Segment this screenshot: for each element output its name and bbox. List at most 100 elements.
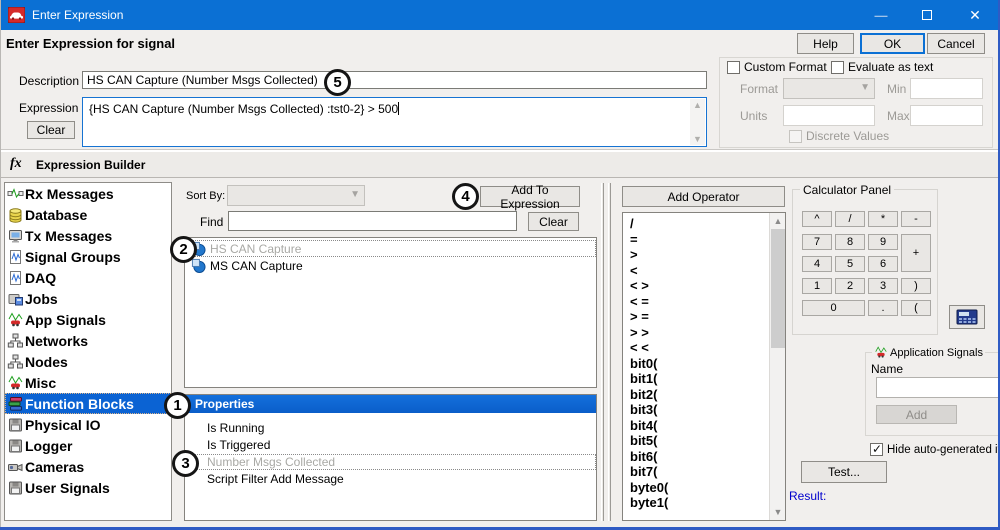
calc-key-1[interactable]: 1	[802, 278, 832, 294]
operator-item[interactable]: > >	[623, 325, 768, 341]
operator-item[interactable]: < >	[623, 278, 768, 294]
sidebar-item-jobs[interactable]: Jobs	[5, 288, 171, 309]
scroll-down-icon[interactable]: ▼	[770, 504, 786, 520]
find-label: Find	[200, 215, 223, 229]
titlebar: Enter Expression — ✕	[0, 0, 1000, 30]
sidebar-item-app-signals[interactable]: App Signals	[5, 309, 171, 330]
max-input[interactable]	[910, 105, 983, 126]
operator-item[interactable]: >	[623, 247, 768, 263]
test-button[interactable]: Test...	[801, 461, 887, 483]
find-input[interactable]	[228, 211, 517, 231]
units-label: Units	[740, 109, 767, 123]
sidebar-item-rx-messages[interactable]: Rx Messages	[5, 183, 171, 204]
discrete-values-checkbox[interactable]	[789, 130, 802, 143]
calc-key-open-paren[interactable]: (	[901, 300, 931, 316]
sidebar-item-user-signals[interactable]: User Signals	[5, 477, 171, 498]
calc-key-caret[interactable]: ^	[802, 211, 832, 227]
operator-item[interactable]: byte0(	[623, 480, 768, 496]
calc-key-0[interactable]: 0	[802, 300, 865, 316]
calc-key-4[interactable]: 4	[802, 256, 832, 272]
splitter[interactable]	[608, 183, 611, 521]
add-to-expression-button[interactable]: Add To Expression	[480, 186, 580, 207]
operator-item[interactable]: =	[623, 232, 768, 248]
units-input[interactable]	[783, 105, 875, 126]
chevron-down-icon: ▼	[860, 82, 870, 93]
format-dropdown[interactable]: ▼	[783, 78, 875, 99]
calc-key-5[interactable]: 5	[835, 256, 865, 272]
operator-item[interactable]: bit6(	[623, 449, 768, 465]
clear-expression-button[interactable]: Clear	[27, 121, 75, 139]
daq-icon	[7, 270, 24, 286]
calc-key-3[interactable]: 3	[868, 278, 898, 294]
custom-format-checkbox[interactable]	[727, 61, 740, 74]
description-input[interactable]	[82, 71, 707, 89]
operator-item[interactable]: < <	[623, 340, 768, 356]
sort-by-dropdown[interactable]: ▼	[227, 185, 365, 206]
calc-key-9[interactable]: 9	[868, 234, 898, 250]
sidebar-item-logger[interactable]: Logger	[5, 435, 171, 456]
property-script-filter-add-message[interactable]: Script Filter Add Message	[185, 471, 596, 487]
maximize-button[interactable]	[904, 0, 950, 30]
scrollbar-thumb[interactable]	[771, 229, 785, 348]
property-is-triggered[interactable]: Is Triggered	[185, 437, 596, 453]
scroll-up-icon[interactable]: ▲	[770, 213, 786, 229]
operator-item[interactable]: bit1(	[623, 371, 768, 387]
operator-item[interactable]: > =	[623, 309, 768, 325]
calculator-button[interactable]	[949, 305, 985, 329]
operator-item[interactable]: bit0(	[623, 356, 768, 372]
calc-key-plus[interactable]: +	[901, 234, 931, 272]
sidebar-item-physical-io[interactable]: Physical IO	[5, 414, 171, 435]
sidebar-item-daq[interactable]: DAQ	[5, 267, 171, 288]
calc-key-close-paren[interactable]: )	[901, 278, 931, 294]
evaluate-as-text-checkbox[interactable]	[831, 61, 844, 74]
sidebar-item-nodes[interactable]: Nodes	[5, 351, 171, 372]
physical-io-icon	[7, 417, 24, 433]
sidebar-item-tx-messages[interactable]: Tx Messages	[5, 225, 171, 246]
help-button[interactable]: Help	[797, 33, 854, 54]
operator-scrollbar[interactable]: ▲ ▼	[769, 213, 785, 520]
signal-name-input[interactable]	[876, 377, 999, 398]
operator-item[interactable]: /	[623, 216, 768, 232]
calc-key-minus[interactable]: -	[901, 211, 931, 227]
sidebar-item-misc[interactable]: Misc	[5, 372, 171, 393]
calc-key-7[interactable]: 7	[802, 234, 832, 250]
list-item-hs-can-capture[interactable]: HS CAN Capture	[185, 240, 596, 257]
property-number-msgs-collected[interactable]: Number Msgs Collected	[185, 454, 596, 470]
clear-find-button[interactable]: Clear	[528, 212, 579, 231]
sidebar-item-cameras[interactable]: Cameras	[5, 456, 171, 477]
calc-key-multiply[interactable]: *	[868, 211, 898, 227]
sidebar-item-function-blocks[interactable]: Function Blocks	[5, 393, 171, 414]
splitter[interactable]	[601, 183, 604, 521]
expression-builder-banner: fx Expression Builder	[0, 151, 1000, 178]
calc-key-divide[interactable]: /	[835, 211, 865, 227]
operator-item[interactable]: bit5(	[623, 433, 768, 449]
sidebar-item-database[interactable]: Database	[5, 204, 171, 225]
hide-auto-generated-checkbox[interactable]	[870, 443, 883, 456]
scroll-up-icon: ▲	[693, 99, 702, 111]
operator-item[interactable]: bit3(	[623, 402, 768, 418]
property-is-running[interactable]: Is Running	[185, 420, 596, 436]
calc-key-decimal[interactable]: .	[868, 300, 898, 316]
expression-scrollbar[interactable]: ▲▼	[690, 99, 705, 145]
ok-button[interactable]: OK	[860, 33, 925, 54]
calc-key-6[interactable]: 6	[868, 256, 898, 272]
calc-key-2[interactable]: 2	[835, 278, 865, 294]
sidebar-item-networks[interactable]: Networks	[5, 330, 171, 351]
operator-item[interactable]: <	[623, 263, 768, 279]
operator-item[interactable]: bit4(	[623, 418, 768, 434]
expression-input[interactable]: {HS CAN Capture (Number Msgs Collected) …	[82, 97, 707, 147]
minimize-button[interactable]: —	[858, 0, 904, 30]
close-button[interactable]: ✕	[950, 0, 1000, 30]
add-signal-button[interactable]: Add	[876, 405, 957, 424]
operator-item[interactable]: < =	[623, 294, 768, 310]
operator-item[interactable]: bit2(	[623, 387, 768, 403]
min-input[interactable]	[910, 78, 983, 99]
sidebar-item-signal-groups[interactable]: Signal Groups	[5, 246, 171, 267]
add-operator-button[interactable]: Add Operator	[622, 186, 785, 207]
operator-item[interactable]: byte1(	[623, 495, 768, 511]
operator-item[interactable]: bit7(	[623, 464, 768, 480]
cancel-button[interactable]: Cancel	[927, 33, 985, 54]
function-block-instance-icon	[191, 258, 206, 273]
calc-key-8[interactable]: 8	[835, 234, 865, 250]
list-item-ms-can-capture[interactable]: MS CAN Capture	[185, 257, 596, 274]
